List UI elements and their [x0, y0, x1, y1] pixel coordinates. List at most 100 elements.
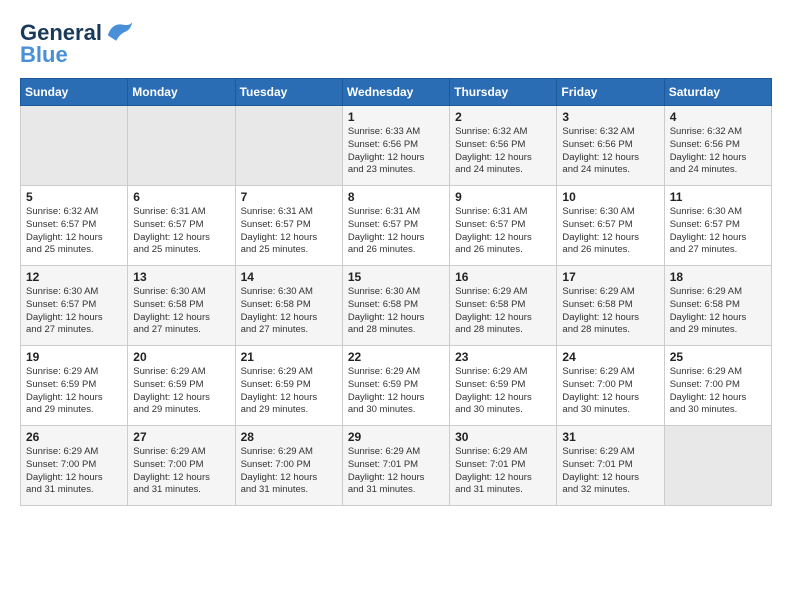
day-number: 30 — [455, 430, 551, 444]
day-number: 7 — [241, 190, 337, 204]
calendar-cell: 19Sunrise: 6:29 AM Sunset: 6:59 PM Dayli… — [21, 346, 128, 426]
calendar-cell: 20 Sunrise: 6:29 AM Sunset: 6:59 PM Dayli… — [128, 346, 235, 426]
calendar-cell: 2 Sunrise: 6:32 AM Sunset: 6:56 PM Daylig… — [450, 106, 557, 186]
calendar-cell: 7 Sunrise: 6:31 AM Sunset: 6:57 PM Daylig… — [235, 186, 342, 266]
day-info: Sunrise: 6:32 AM Sunset: 6:57 PM Dayligh… — [26, 206, 122, 257]
calendar-cell: 14 Sunrise: 6:30 AM Sunset: 6:58 PM Dayli… — [235, 266, 342, 346]
weekday-header: Friday — [557, 79, 664, 106]
calendar-week-row: 19 Sunrise: 6:29 AM Sunset: 6:59 PM Dayli… — [21, 346, 772, 426]
day-info: Sunrise: 6:29 AM Sunset: 7:01 PM Dayligh… — [348, 446, 444, 497]
day-number: 3 — [562, 110, 658, 124]
day-number: 4 — [670, 110, 766, 124]
day-number: 24 — [562, 350, 658, 364]
calendar-cell — [21, 106, 128, 186]
day-number: 18 — [670, 270, 766, 284]
day-number: 23 — [455, 350, 551, 364]
day-info: Sunrise: 6:30 AM Sunset: 6:57 PM Dayligh… — [562, 206, 658, 257]
day-info: Sunrise: 6:32 AM Sunset: 6:56 PM Dayligh… — [562, 126, 658, 177]
day-number: 25 — [670, 350, 766, 364]
day-number: 14 — [241, 270, 337, 284]
day-number: 17 — [562, 270, 658, 284]
day-number: 12 — [26, 270, 122, 284]
calendar-cell: 6 Sunrise: 6:31 AM Sunset: 6:57 PM Daylig… — [128, 186, 235, 266]
day-number: 8 — [348, 190, 444, 204]
day-info: Sunrise: 6:31 AM Sunset: 6:57 PM Dayligh… — [133, 206, 229, 257]
day-info: Sunrise: 6:29 AM Sunset: 6:58 PM Dayligh… — [455, 286, 551, 337]
page-header: General Blue — [20, 20, 772, 68]
calendar-cell: 1 Sunrise: 6:33 AM Sunset: 6:56 PM Daylig… — [342, 106, 449, 186]
day-info: Sunrise: 6:29 AM Sunset: 7:00 PM Dayligh… — [26, 446, 122, 497]
day-number: 9 — [455, 190, 551, 204]
calendar-cell: 25 Sunrise: 6:29 AM Sunset: 7:00 PM Dayli… — [664, 346, 771, 426]
day-number: 22 — [348, 350, 444, 364]
day-number: 26 — [26, 430, 122, 444]
weekday-header: Saturday — [664, 79, 771, 106]
weekday-header: Tuesday — [235, 79, 342, 106]
weekday-header: Thursday — [450, 79, 557, 106]
calendar-cell: 4 Sunrise: 6:32 AM Sunset: 6:56 PM Daylig… — [664, 106, 771, 186]
calendar-cell: 17 Sunrise: 6:29 AM Sunset: 6:58 PM Dayli… — [557, 266, 664, 346]
logo-container: General Blue — [20, 20, 133, 68]
logo-bird-icon — [105, 17, 133, 45]
calendar-week-row: 26 Sunrise: 6:29 AM Sunset: 7:00 PM Dayli… — [21, 426, 772, 506]
calendar-cell: 16 Sunrise: 6:29 AM Sunset: 6:58 PM Dayli… — [450, 266, 557, 346]
calendar-week-row: 12 Sunrise: 6:30 AM Sunset: 6:57 PM Dayli… — [21, 266, 772, 346]
day-info: Sunrise: 6:32 AM Sunset: 6:56 PM Dayligh… — [455, 126, 551, 177]
weekday-header: Wednesday — [342, 79, 449, 106]
day-info: Sunrise: 6:29 AM Sunset: 6:59 PM Dayligh… — [348, 366, 444, 417]
day-info: Sunrise: 6:32 AM Sunset: 6:56 PM Dayligh… — [670, 126, 766, 177]
weekday-header: Sunday — [21, 79, 128, 106]
day-number: 10 — [562, 190, 658, 204]
day-number: 31 — [562, 430, 658, 444]
calendar-table: SundayMondayTuesdayWednesdayThursdayFrid… — [20, 78, 772, 506]
calendar-cell: 13Sunrise: 6:30 AM Sunset: 6:58 PM Dayli… — [128, 266, 235, 346]
calendar-cell: 3 Sunrise: 6:32 AM Sunset: 6:56 PM Daylig… — [557, 106, 664, 186]
day-info: Sunrise: 6:29 AM Sunset: 6:58 PM Dayligh… — [562, 286, 658, 337]
day-number: 21 — [241, 350, 337, 364]
day-info: Sunrise: 6:30 AM Sunset: 6:57 PM Dayligh… — [26, 286, 122, 337]
calendar-cell: 27Sunrise: 6:29 AM Sunset: 7:00 PM Dayli… — [128, 426, 235, 506]
calendar-cell: 23 Sunrise: 6:29 AM Sunset: 6:59 PM Dayli… — [450, 346, 557, 426]
day-info: Sunrise: 6:30 AM Sunset: 6:58 PM Dayligh… — [241, 286, 337, 337]
day-info: Sunrise: 6:30 AM Sunset: 6:58 PM Dayligh… — [133, 286, 229, 337]
calendar-cell: 26 Sunrise: 6:29 AM Sunset: 7:00 PM Dayli… — [21, 426, 128, 506]
day-info: Sunrise: 6:29 AM Sunset: 7:01 PM Dayligh… — [455, 446, 551, 497]
calendar-cell: 18 Sunrise: 6:29 AM Sunset: 6:58 PM Dayli… — [664, 266, 771, 346]
day-number: 16 — [455, 270, 551, 284]
calendar-cell: 24 Sunrise: 6:29 AM Sunset: 7:00 PM Dayli… — [557, 346, 664, 426]
calendar-cell — [128, 106, 235, 186]
day-number: 6 — [133, 190, 229, 204]
calendar-cell: 8Sunrise: 6:31 AM Sunset: 6:57 PM Daylig… — [342, 186, 449, 266]
day-info: Sunrise: 6:33 AM Sunset: 6:56 PM Dayligh… — [348, 126, 444, 177]
day-info: Sunrise: 6:29 AM Sunset: 7:00 PM Dayligh… — [670, 366, 766, 417]
day-number: 1 — [348, 110, 444, 124]
day-info: Sunrise: 6:31 AM Sunset: 6:57 PM Dayligh… — [241, 206, 337, 257]
day-number: 28 — [241, 430, 337, 444]
logo: General Blue — [20, 20, 133, 68]
calendar-week-row: 1 Sunrise: 6:33 AM Sunset: 6:56 PM Daylig… — [21, 106, 772, 186]
day-number: 2 — [455, 110, 551, 124]
calendar-cell — [664, 426, 771, 506]
day-number: 19 — [26, 350, 122, 364]
day-number: 11 — [670, 190, 766, 204]
calendar-cell: 22 Sunrise: 6:29 AM Sunset: 6:59 PM Dayli… — [342, 346, 449, 426]
day-info: Sunrise: 6:29 AM Sunset: 7:01 PM Dayligh… — [562, 446, 658, 497]
day-info: Sunrise: 6:29 AM Sunset: 7:00 PM Dayligh… — [562, 366, 658, 417]
day-number: 27 — [133, 430, 229, 444]
day-info: Sunrise: 6:30 AM Sunset: 6:57 PM Dayligh… — [670, 206, 766, 257]
calendar-cell — [235, 106, 342, 186]
day-number: 5 — [26, 190, 122, 204]
day-info: Sunrise: 6:29 AM Sunset: 6:58 PM Dayligh… — [670, 286, 766, 337]
day-info: Sunrise: 6:29 AM Sunset: 6:59 PM Dayligh… — [455, 366, 551, 417]
day-info: Sunrise: 6:31 AM Sunset: 6:57 PM Dayligh… — [455, 206, 551, 257]
day-number: 29 — [348, 430, 444, 444]
day-number: 15 — [348, 270, 444, 284]
logo-blue: Blue — [20, 42, 68, 68]
calendar-cell: 31 Sunrise: 6:29 AM Sunset: 7:01 PM Dayli… — [557, 426, 664, 506]
day-info: Sunrise: 6:29 AM Sunset: 7:00 PM Dayligh… — [241, 446, 337, 497]
day-info: Sunrise: 6:29 AM Sunset: 6:59 PM Dayligh… — [133, 366, 229, 417]
calendar-cell: 15Sunrise: 6:30 AM Sunset: 6:58 PM Dayli… — [342, 266, 449, 346]
calendar-cell: 30 Sunrise: 6:29 AM Sunset: 7:01 PM Dayli… — [450, 426, 557, 506]
weekday-header: Monday — [128, 79, 235, 106]
day-number: 20 — [133, 350, 229, 364]
